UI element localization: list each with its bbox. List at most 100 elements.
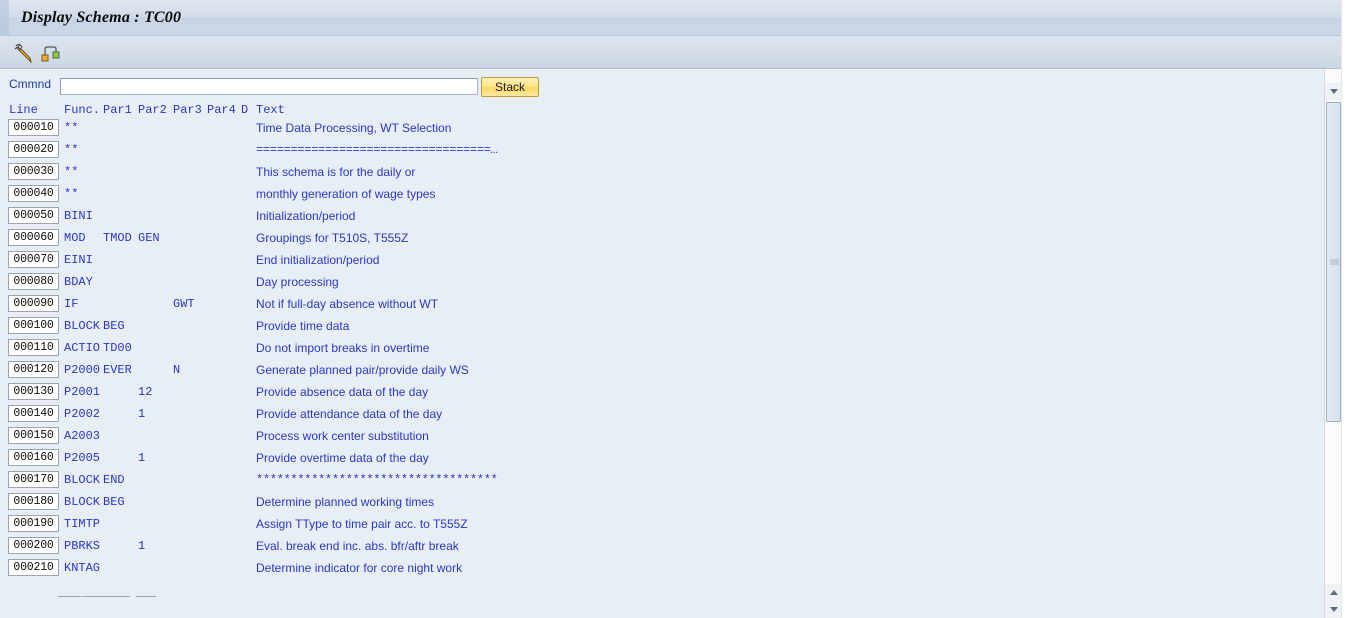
cell-par2[interactable]: 1 — [138, 407, 145, 421]
cell-par1[interactable]: BEG — [103, 319, 125, 333]
line-number-field[interactable]: 000090 — [8, 295, 59, 312]
cell-func[interactable]: BLOCK — [64, 495, 100, 509]
table-row[interactable]: 000110 ACTIO TD00 Do not import breaks in o… — [0, 338, 1330, 360]
cell-func[interactable]: TIMTP — [64, 517, 100, 531]
cell-func[interactable]: MOD — [64, 231, 86, 245]
cell-func[interactable]: ACTIO — [64, 341, 100, 355]
cell-func[interactable]: BLOCK — [64, 319, 100, 333]
cell-text[interactable]: Assign TType to time pair acc. to T555Z — [256, 517, 468, 531]
cell-func[interactable]: BLOCK — [64, 473, 100, 487]
line-number-field[interactable]: 000150 — [8, 427, 59, 444]
cell-par3[interactable]: N — [173, 363, 180, 377]
cell-text[interactable]: Provide absence data of the day — [256, 385, 428, 399]
cell-text[interactable]: Groupings for T510S, T555Z — [256, 231, 408, 245]
table-row[interactable]: 000160 P2005 1 Provide overtime data of the… — [0, 448, 1330, 470]
cell-func[interactable]: BDAY — [64, 275, 93, 289]
table-row[interactable]: 000180 BLOCK BEG Determine planned working … — [0, 492, 1330, 514]
cell-par1[interactable]: END — [103, 473, 125, 487]
scroll-up-button[interactable] — [1325, 584, 1342, 601]
line-number-field[interactable]: 000180 — [8, 493, 59, 510]
table-row[interactable]: 000070 EINI End initialization/period — [0, 250, 1330, 272]
command-input[interactable] — [60, 78, 478, 95]
cell-text[interactable]: Not if full-day absence without WT — [256, 297, 438, 311]
cell-func[interactable]: ** — [64, 165, 78, 179]
table-row[interactable]: 000040 ** monthly generation of wage types — [0, 184, 1330, 206]
cell-text[interactable]: *********************************** — [256, 473, 498, 487]
line-number-field[interactable]: 000190 — [8, 515, 59, 532]
table-row[interactable]: 000010 ** Time Data Processing, WT Selecti… — [0, 118, 1330, 140]
line-number-field[interactable]: 000040 — [8, 185, 59, 202]
cell-par2[interactable]: 1 — [138, 539, 145, 553]
table-row[interactable]: 000060 MOD TMOD GEN Groupings for T510S, T55… — [0, 228, 1330, 250]
table-row[interactable]: 000030 ** This schema is for the daily or — [0, 162, 1330, 184]
cell-func[interactable]: P2000 — [64, 363, 100, 377]
cell-func[interactable]: KNTAG — [64, 561, 100, 575]
line-number-field[interactable]: 000080 — [8, 273, 59, 290]
cell-text[interactable]: Initialization/period — [256, 209, 355, 223]
table-row[interactable]: 000210 KNTAG Determine indicator for core … — [0, 558, 1330, 580]
scrollbar-thumb[interactable] — [1326, 102, 1341, 422]
line-number-field[interactable]: 000010 — [8, 119, 59, 136]
line-number-field[interactable]: 000100 — [8, 317, 59, 334]
cell-text[interactable]: Process work center substitution — [256, 429, 429, 443]
cell-func[interactable]: IF — [64, 297, 78, 311]
table-row[interactable]: 000170 BLOCK END **************************… — [0, 470, 1330, 492]
line-number-field[interactable]: 000210 — [8, 559, 59, 576]
cell-func[interactable]: P2002 — [64, 407, 100, 421]
line-number-field[interactable]: 000130 — [8, 383, 59, 400]
edit-pencil-icon[interactable] — [14, 43, 36, 64]
table-row[interactable]: 000100 BLOCK BEG Provide time data — [0, 316, 1330, 338]
cell-func[interactable]: P2001 — [64, 385, 100, 399]
cell-text[interactable]: Determine indicator for core night work — [256, 561, 462, 575]
line-number-field[interactable]: 000060 — [8, 229, 59, 246]
table-row[interactable]: 000050 BINI Initialization/period — [0, 206, 1330, 228]
cell-func[interactable]: P2005 — [64, 451, 100, 465]
cell-par2[interactable]: 12 — [138, 385, 152, 399]
cell-func[interactable]: ** — [64, 121, 78, 135]
cell-par1[interactable]: EVER — [103, 363, 132, 377]
cell-func[interactable]: A2003 — [64, 429, 100, 443]
cell-par3[interactable]: GWT — [173, 297, 195, 311]
table-row[interactable]: 000080 BDAY Day processing — [0, 272, 1330, 294]
cell-text[interactable]: Do not import breaks in overtime — [256, 341, 429, 355]
line-number-field[interactable]: 000160 — [8, 449, 59, 466]
line-number-field[interactable]: 000030 — [8, 163, 59, 180]
line-number-field[interactable]: 000020 — [8, 141, 59, 158]
table-row[interactable]: 000120 P2000 EVER N Generate planned pair/pr… — [0, 360, 1330, 382]
cell-text[interactable]: Eval. break end inc. abs. bfr/aftr break — [256, 539, 459, 553]
cell-text[interactable]: Provide time data — [256, 319, 349, 333]
cell-text[interactable]: Day processing — [256, 275, 339, 289]
cell-text[interactable]: Time Data Processing, WT Selection — [256, 121, 451, 135]
cell-par2[interactable]: GEN — [138, 231, 160, 245]
hierarchy-structure-icon[interactable] — [40, 43, 62, 63]
line-number-field[interactable]: 000070 — [8, 251, 59, 268]
cell-func[interactable]: ** — [64, 187, 78, 201]
cell-text[interactable]: Determine planned working times — [256, 495, 434, 509]
line-number-field[interactable]: 000120 — [8, 361, 59, 378]
cell-text[interactable]: Generate planned pair/provide daily WS — [256, 363, 469, 377]
cell-par1[interactable]: BEG — [103, 495, 125, 509]
line-number-field[interactable]: 000110 — [8, 339, 59, 356]
table-row[interactable]: 000090 IF GWT Not if full-day absence witho… — [0, 294, 1330, 316]
cell-func[interactable]: PBRKS — [64, 539, 100, 553]
table-row[interactable]: 000200 PBRKS 1 Eval. break end inc. abs. bf… — [0, 536, 1330, 558]
line-number-field[interactable]: 000200 — [8, 537, 59, 554]
cell-par1[interactable]: TMOD — [103, 231, 132, 245]
table-row[interactable]: 000140 P2002 1 Provide attendance data of t… — [0, 404, 1330, 426]
line-number-field[interactable]: 000140 — [8, 405, 59, 422]
cell-text[interactable]: Provide attendance data of the day — [256, 407, 442, 421]
cell-func[interactable]: EINI — [64, 253, 93, 267]
table-row[interactable]: 000130 P2001 12 Provide absence data of the… — [0, 382, 1330, 404]
cell-par2[interactable]: 1 — [138, 451, 145, 465]
cell-func[interactable]: ** — [64, 143, 78, 157]
line-number-field[interactable]: 000170 — [8, 471, 59, 488]
line-number-field[interactable]: 000050 — [8, 207, 59, 224]
table-row[interactable]: 000020 ** ================================… — [0, 140, 1330, 162]
vertical-scrollbar[interactable] — [1324, 69, 1342, 618]
cell-text[interactable]: monthly generation of wage types — [256, 187, 435, 201]
stack-button[interactable]: Stack — [481, 77, 539, 97]
cell-text[interactable]: ==================================… — [256, 143, 498, 157]
cell-par1[interactable]: TD00 — [103, 341, 132, 355]
cell-text[interactable]: Provide overtime data of the day — [256, 451, 429, 465]
table-row[interactable]: 000190 TIMTP Assign TType to time pair acc… — [0, 514, 1330, 536]
